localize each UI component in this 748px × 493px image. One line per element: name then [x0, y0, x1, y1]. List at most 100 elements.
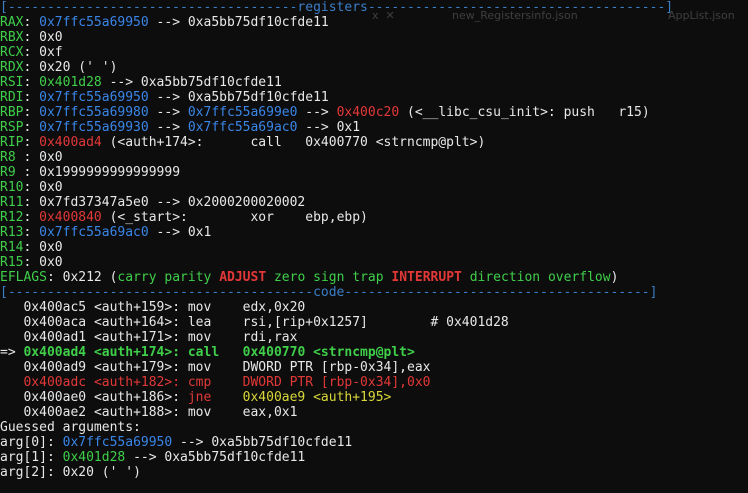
- register-value: 0x7ffc55a69950: [39, 90, 149, 105]
- current-instruction: => 0x400ad4 <auth+174>: call 0x400770 <s…: [0, 345, 415, 360]
- register-row: R13: 0x7ffc55a69ac0 --> 0x1: [0, 225, 211, 240]
- register-name: RSI: [0, 75, 24, 90]
- register-chain: --> 0xa5bb75df10cfde11: [148, 90, 329, 105]
- register-value: 0x400840: [39, 210, 102, 225]
- instruction-mnemonic: mov: [187, 330, 212, 345]
- instruction-address: 0x400adc: [23, 375, 87, 390]
- register-name: R13: [0, 225, 24, 240]
- argument-chain: --> 0xa5bb75df10cfde11: [172, 435, 353, 450]
- register-tail: --> 0x1: [297, 120, 361, 135]
- background-tab-x: x ✕: [372, 9, 395, 22]
- register-row: RCX: 0xf: [0, 45, 63, 60]
- instruction-space: [86, 390, 94, 405]
- instruction-operands: edx,0x20: [211, 300, 306, 315]
- instruction-address: 0x400ae0: [23, 390, 87, 405]
- register-row: R8 : 0x0: [0, 150, 63, 165]
- eflag-space: [266, 270, 274, 285]
- register-colon: :: [23, 105, 40, 120]
- eflag-space: [540, 270, 548, 285]
- register-chain: --> 0xa5bb75df10cfde11: [101, 75, 282, 90]
- instruction-row: 0x400adc <auth+182>: cmp DWORD PTR [rbp-…: [0, 375, 430, 390]
- instruction-row: 0x400ae2 <auth+188>: mov eax,0x1: [0, 405, 297, 420]
- argument-colon: :: [46, 450, 63, 465]
- register-value: 0x7ffc55a69ac0: [39, 225, 149, 240]
- instruction-space: [180, 360, 188, 375]
- register-colon: :: [23, 165, 40, 180]
- register-tail: (<__libc_csu_init>: push r15): [399, 105, 650, 120]
- instruction-row: 0x400ae0 <auth+186>: jne 0x400ae9 <auth+…: [0, 390, 391, 405]
- argument-row: arg[1]: 0x401d28 --> 0xa5bb75df10cfde11: [0, 450, 305, 465]
- register-colon: :: [23, 45, 40, 60]
- register-row: RSP: 0x7ffc55a69930 --> 0x7ffc55a69ac0 -…: [0, 120, 360, 135]
- eflags-row: EFLAGS: 0x212 (carry parity ADJUST zero …: [0, 270, 618, 285]
- register-value: 0x0: [39, 30, 63, 45]
- instruction-operands: 0x400770 <strncmp@plt>: [219, 345, 415, 360]
- register-row: RSI: 0x401d28 --> 0xa5bb75df10cfde11: [0, 75, 282, 90]
- code-separator: [---------------------------------------…: [0, 285, 657, 300]
- guessed-arguments-text: Guessed arguments:: [0, 420, 141, 435]
- register-arrow-2: -->: [297, 105, 337, 120]
- register-colon: :: [23, 240, 40, 255]
- instruction-marker: [0, 390, 23, 405]
- register-arrow: -->: [148, 105, 188, 120]
- register-name: R9: [0, 165, 24, 180]
- register-value: 0xf: [39, 45, 63, 60]
- argument-colon: :: [46, 435, 63, 450]
- instruction-address: 0x400ae2: [23, 405, 87, 420]
- argument-value: 0x20 (' '): [62, 465, 141, 480]
- instruction-space: [86, 405, 94, 420]
- instruction-symbol: <auth+164>:: [93, 315, 181, 330]
- instruction-address: 0x400aca: [23, 315, 87, 330]
- instruction-symbol: <auth+186>:: [93, 390, 181, 405]
- register-name: RSP: [0, 120, 24, 135]
- background-tab-applist: AppList.json: [668, 9, 735, 22]
- register-row: R9 : 0x1999999999999999: [0, 165, 180, 180]
- argument-name: arg[1]: [0, 450, 47, 465]
- register-row: RDI: 0x7ffc55a69950 --> 0xa5bb75df10cfde…: [0, 90, 329, 105]
- guessed-arguments-label: Guessed arguments:: [0, 420, 141, 435]
- argument-value: 0x7ffc55a69950: [62, 435, 173, 450]
- instruction-space: [180, 390, 188, 405]
- instruction-operands: eax,0x1: [211, 405, 298, 420]
- instruction-space: [86, 360, 94, 375]
- instruction-mnemonic: mov: [187, 405, 212, 420]
- register-name: RBP: [0, 105, 24, 120]
- eflag-interrupt: INTERRUPT: [391, 270, 462, 285]
- register-tail: --> 0x2000200020002: [148, 195, 306, 210]
- register-row: R14: 0x0: [0, 240, 63, 255]
- instruction-marker: [0, 360, 23, 375]
- register-row: RBX: 0x0: [0, 30, 63, 45]
- register-name: R15: [0, 255, 24, 270]
- register-chain: --> 0xa5bb75df10cfde11: [148, 15, 329, 30]
- register-value-2: 0x7ffc55a69ac0: [187, 120, 298, 135]
- instruction-row: 0x400ad1 <auth+171>: mov rdi,rax: [0, 330, 297, 345]
- register-row: R10: 0x0: [0, 180, 63, 195]
- eflag-trap: trap: [352, 270, 384, 285]
- eflag-zero: zero: [273, 270, 306, 285]
- instruction-space: [86, 345, 94, 360]
- argument-name: arg[2]: [0, 465, 47, 480]
- eflag-adjust: ADJUST: [219, 270, 267, 285]
- register-colon: :: [23, 255, 40, 270]
- eflag-parity: parity: [164, 270, 212, 285]
- register-name: RAX: [0, 15, 24, 30]
- gdb-peda-terminal[interactable]: [-------------------------------------re…: [0, 0, 748, 493]
- instruction-row: 0x400ac5 <auth+159>: mov edx,0x20: [0, 300, 305, 315]
- eflag-sign: sign: [313, 270, 345, 285]
- eflag-space: [305, 270, 313, 285]
- argument-colon: :: [46, 465, 63, 480]
- instruction-marker: [0, 315, 23, 330]
- eflags-colon: :: [46, 270, 63, 285]
- register-name: R11: [0, 195, 24, 210]
- register-tail: --> 0x1: [148, 225, 212, 240]
- instruction-mnemonic: call: [187, 345, 220, 360]
- instruction-space: [180, 330, 188, 345]
- eflag-overflow: overflow: [547, 270, 611, 285]
- argument-row: arg[0]: 0x7ffc55a69950 --> 0xa5bb75df10c…: [0, 435, 352, 450]
- register-value-3: 0x400c20: [336, 105, 400, 120]
- eflags-close: ): [610, 270, 619, 285]
- instruction-space: [180, 345, 188, 360]
- register-name: R10: [0, 180, 24, 195]
- register-colon: :: [23, 135, 40, 150]
- register-colon: :: [23, 180, 40, 195]
